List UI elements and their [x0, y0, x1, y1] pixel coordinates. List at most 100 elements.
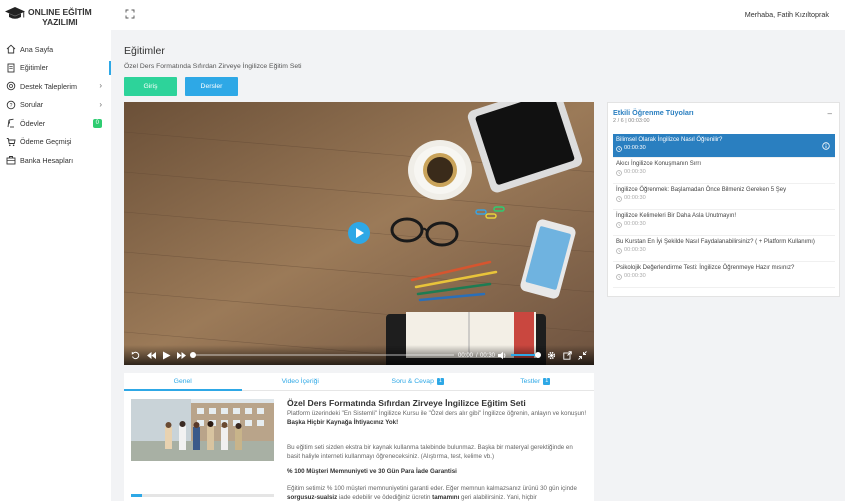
- info-icon[interactable]: [822, 142, 830, 150]
- sidebar-item-label: Ödeme Geçmişi: [20, 137, 72, 147]
- support-icon: [6, 81, 16, 91]
- sidebar-item-banka-hesaplari[interactable]: Banka Hesapları: [0, 151, 111, 170]
- sidebar-item-odevler[interactable]: Ödevler 0: [0, 114, 111, 133]
- video-progress-bar[interactable]: [190, 352, 454, 358]
- tip-title: İngilizce Kelimeleri Bir Daha Asla Unutm…: [616, 213, 737, 219]
- tip-item[interactable]: Bu Kurstan En İyi Şekilde Nasıl Faydalan…: [613, 236, 835, 262]
- course-desc-4: Eğitim setimiz % 100 müşteri memnuniyeti…: [287, 485, 577, 501]
- current-time: 00:00: [458, 353, 474, 359]
- giris-button[interactable]: Giriş: [124, 77, 177, 96]
- logo[interactable]: ONLINE EĞİTİM YAZILIMI: [5, 7, 92, 27]
- progress-handle[interactable]: [190, 352, 196, 358]
- tips-meta: 2 / 6 | 00:03:00: [613, 118, 650, 124]
- dersler-button[interactable]: Dersler: [185, 77, 238, 96]
- play-button[interactable]: [348, 222, 370, 244]
- course-desc-3: % 100 Müşteri Memnuniyeti ve 30 Gün Para…: [287, 468, 457, 475]
- tip-duration: 00:00:30: [616, 220, 832, 229]
- tab-video-icerigi[interactable]: Video İçeriği: [242, 373, 360, 390]
- tip-duration: 00:00:30: [616, 246, 832, 255]
- cart-icon: [6, 137, 16, 147]
- sidebar-item-egitimler[interactable]: Eğitimler: [0, 59, 111, 78]
- user-greeting[interactable]: Merhaba, Fatih Kızıltoprak: [745, 10, 829, 19]
- clock-icon: [616, 273, 622, 280]
- play-icon: [355, 228, 364, 238]
- tip-item[interactable]: İngilizce Kelimeleri Bir Daha Asla Unutm…: [613, 210, 835, 236]
- tab-genel[interactable]: Genel: [124, 373, 242, 391]
- assignments-badge: 0: [92, 118, 102, 128]
- clock-icon: [616, 221, 622, 228]
- tip-title: Bilimsel Olarak İngilizce Nasıl Öğrenili…: [616, 137, 723, 143]
- tip-item[interactable]: Bilimsel Olarak İngilizce Nasıl Öğrenili…: [613, 134, 835, 158]
- thumbnail-progress-bar: [131, 494, 274, 497]
- bank-icon: [6, 155, 16, 165]
- replay-icon[interactable]: [131, 351, 140, 360]
- tab-badge: 1: [436, 378, 444, 385]
- svg-text:?: ?: [10, 103, 13, 109]
- video-player[interactable]: 00:00 / 00:30: [124, 102, 594, 365]
- logo-line2: YAZILIMI: [42, 17, 78, 27]
- clock-icon: [616, 169, 622, 176]
- sidebar-item-label: Destek Taleplerim: [20, 81, 77, 91]
- sidebar: ONLINE EĞİTİM YAZILIMI Ana Sayfa Eğitiml…: [0, 0, 111, 501]
- sidebar-item-odeme-gecmisi[interactable]: Ödeme Geçmişi: [0, 133, 111, 152]
- course-thumbnail: [131, 399, 274, 461]
- course-desc-2: Bu eğitim seti sizden ekstra bir kaynak …: [287, 444, 573, 460]
- page-title: Eğitimler: [124, 45, 165, 57]
- sidebar-item-label: Ödevler: [20, 118, 46, 128]
- tips-list: Bilimsel Olarak İngilizce Nasıl Öğrenili…: [613, 134, 835, 288]
- tip-title: Akıcı İngilizce Konuşmanın Sırrı: [616, 161, 702, 167]
- home-icon: [6, 44, 16, 54]
- assignment-icon: [6, 118, 16, 128]
- sidebar-item-sorular[interactable]: ? Sorular ›: [0, 96, 111, 115]
- top-header: Merhaba, Fatih Kızıltoprak: [111, 0, 845, 30]
- collapse-icon[interactable]: –: [828, 109, 832, 118]
- chevron-right-icon: ›: [99, 99, 102, 109]
- tab-soru-cevap[interactable]: Soru & Cevap 1: [359, 373, 477, 390]
- tip-item[interactable]: Psikolojik Değerlendirme Testi: İngilizc…: [613, 262, 835, 288]
- video-controls: 00:00 / 00:30: [124, 345, 594, 365]
- tip-duration: 00:00:30: [616, 144, 832, 153]
- sidebar-item-label: Ana Sayfa: [20, 44, 54, 54]
- rewind-icon[interactable]: [147, 351, 156, 360]
- document-icon: [6, 63, 16, 73]
- popout-icon[interactable]: [563, 351, 572, 360]
- volume-slider[interactable]: [511, 352, 541, 358]
- fullscreen-exit-icon[interactable]: [578, 351, 587, 360]
- sidebar-item-label: Sorular: [20, 100, 44, 110]
- sidebar-item-label: Eğitimler: [20, 63, 48, 73]
- clock-icon: [616, 195, 622, 202]
- tip-duration: 00:00:30: [616, 194, 832, 203]
- course-desc-1: Platform üzerindeki "En Sistemli" İngili…: [287, 410, 587, 426]
- fast-forward-icon[interactable]: [177, 351, 186, 360]
- volume-icon[interactable]: [498, 351, 507, 360]
- question-icon: ?: [6, 100, 16, 110]
- tip-title: Psikolojik Değerlendirme Testi: İngilizc…: [616, 265, 795, 271]
- tip-title: Bu Kurstan En İyi Şekilde Nasıl Faydalan…: [616, 239, 815, 245]
- sidebar-nav: Ana Sayfa Eğitimler Destek Taleplerim › …: [0, 40, 111, 170]
- course-desc-1-bold: Başka Hiçbir Kaynağa İhtiyacınız Yok!: [287, 418, 399, 426]
- course-title: Özel Ders Formatında Sıfırdan Zirveye İn…: [287, 398, 526, 408]
- volume-handle[interactable]: [535, 352, 541, 358]
- play-small-icon[interactable]: [162, 351, 171, 360]
- logo-line1: ONLINE EĞİTİM: [28, 7, 92, 17]
- clock-icon: [616, 145, 622, 152]
- settings-gear-icon[interactable]: [547, 351, 556, 360]
- tip-title: İngilizce Öğrenmek: Başlamadan Önce Bilm…: [616, 187, 787, 193]
- graduation-cap-icon: [5, 7, 25, 19]
- tips-title: Etkili Öğrenme Tüyoları: [613, 108, 694, 117]
- tip-item[interactable]: İngilizce Öğrenmek: Başlamadan Önce Bilm…: [613, 184, 835, 210]
- fullscreen-icon[interactable]: [125, 9, 135, 19]
- clock-icon: [616, 247, 622, 254]
- tab-testler[interactable]: Testler 1: [477, 373, 595, 390]
- sidebar-item-ana-sayfa[interactable]: Ana Sayfa: [0, 40, 111, 59]
- chevron-right-icon: ›: [99, 81, 102, 90]
- learning-tips-panel: Etkili Öğrenme Tüyoları 2 / 6 | 00:03:00…: [607, 102, 840, 297]
- tip-item[interactable]: Akıcı İngilizce Konuşmanın Sırrı 00:00:30: [613, 158, 835, 184]
- tab-bar: Genel Video İçeriği Soru & Cevap 1 Testle…: [124, 373, 594, 391]
- course-details-panel: Genel Video İçeriği Soru & Cevap 1 Testle…: [124, 373, 594, 501]
- page-subtitle: Özel Ders Formatında Sıfırdan Zirveye İn…: [124, 63, 302, 70]
- tip-duration: 00:00:30: [616, 272, 832, 281]
- sidebar-item-destek-taleplerim[interactable]: Destek Taleplerim ›: [0, 77, 111, 96]
- tab-badge: 1: [543, 378, 551, 385]
- tip-duration: 00:00:30: [616, 168, 832, 177]
